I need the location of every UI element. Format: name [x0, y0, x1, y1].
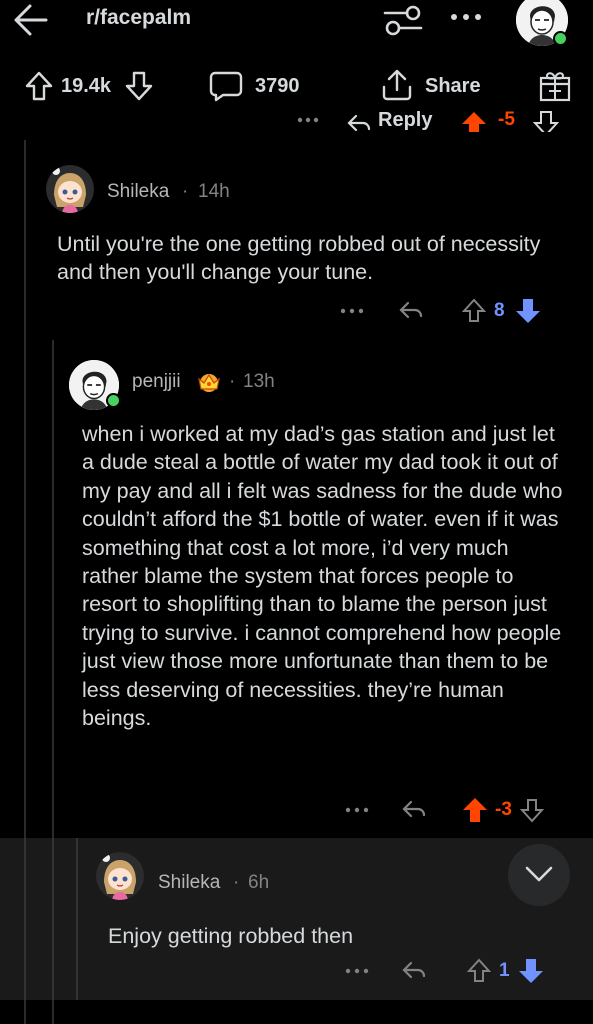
- comment-score: 1: [499, 960, 510, 981]
- thread-line: [52, 838, 54, 1000]
- anime-avatar-icon: [96, 852, 144, 900]
- comment-actions: -3: [345, 795, 544, 825]
- comment-dot: ·: [182, 181, 189, 202]
- downvote-filled-icon[interactable]: [515, 297, 541, 325]
- more-icon[interactable]: [345, 966, 369, 976]
- upvote-filled-icon[interactable]: [461, 796, 489, 824]
- top-bar: r/facepalm 19.4k 3790 Share: [0, 0, 593, 112]
- downvote-icon[interactable]: [533, 110, 559, 132]
- share-icon[interactable]: [381, 68, 413, 102]
- score: -5: [498, 109, 515, 130]
- arrow-left-icon[interactable]: [12, 2, 50, 38]
- downvote-icon[interactable]: [519, 797, 544, 823]
- partial-action-row: Reply -5: [0, 108, 593, 132]
- upvote-icon[interactable]: [24, 70, 54, 102]
- comment-username[interactable]: penjjii: [132, 371, 181, 393]
- comment-count: 3790: [255, 75, 300, 97]
- more-icon[interactable]: [297, 116, 319, 124]
- comment: Shileka · 14h Until you're the one getti…: [0, 150, 593, 340]
- comment-body: Enjoy getting robbed then: [108, 924, 354, 948]
- anime-avatar-icon: [46, 165, 94, 213]
- reply-icon[interactable]: [346, 112, 372, 132]
- comment-time: 6h: [248, 872, 270, 893]
- reply-icon[interactable]: [398, 299, 424, 323]
- downvote-icon[interactable]: [124, 70, 154, 102]
- upvote-icon[interactable]: [467, 958, 491, 984]
- comment-body: when i worked at my dad’s gas station an…: [82, 422, 563, 731]
- sliders-icon[interactable]: [383, 3, 423, 37]
- avatar[interactable]: [46, 165, 94, 213]
- subreddit-title[interactable]: r/facepalm: [86, 6, 191, 30]
- thread-line: [76, 838, 78, 1000]
- downvote-filled-icon[interactable]: [518, 957, 544, 985]
- collapse-button[interactable]: [508, 844, 570, 906]
- comment-username[interactable]: Shileka: [158, 872, 220, 894]
- comment-score: -3: [495, 799, 512, 820]
- comment-highlighted: Shileka · 6h Enjoy getting robbed then 1: [0, 838, 593, 1000]
- comment-body: Until you're the one getting robbed out …: [57, 232, 541, 285]
- upvote-filled-icon[interactable]: [460, 110, 488, 132]
- comment-dot: ·: [233, 872, 240, 893]
- reply-icon[interactable]: [401, 798, 427, 822]
- online-indicator: [553, 31, 568, 46]
- more-icon[interactable]: [345, 805, 369, 815]
- gift-award-icon[interactable]: [538, 69, 572, 103]
- online-indicator: [106, 393, 121, 408]
- comment-time: 14h: [198, 181, 230, 202]
- comment-actions: 1: [345, 956, 544, 986]
- post-upvote-count: 19.4k: [61, 75, 112, 97]
- comment-icon[interactable]: [209, 70, 243, 102]
- reply-label[interactable]: Reply: [378, 109, 432, 132]
- upvote-icon[interactable]: [462, 298, 486, 324]
- crown-award-icon: [198, 373, 220, 392]
- avatar[interactable]: [96, 852, 144, 900]
- more-icon[interactable]: [340, 306, 364, 316]
- reply-icon[interactable]: [401, 959, 427, 983]
- comment-dot: ·: [229, 371, 236, 392]
- thread-line: [24, 838, 26, 1000]
- chevron-down-icon: [525, 866, 553, 882]
- comment-actions: 8: [340, 296, 541, 326]
- share-label[interactable]: Share: [425, 75, 481, 98]
- more-horizontal-icon[interactable]: [448, 10, 484, 24]
- comment-time: 13h: [243, 371, 275, 392]
- comment-score: 8: [494, 300, 505, 321]
- comment-username[interactable]: Shileka: [107, 181, 169, 203]
- comment: penjjii · 13h when i worked at my dad’s …: [0, 355, 593, 835]
